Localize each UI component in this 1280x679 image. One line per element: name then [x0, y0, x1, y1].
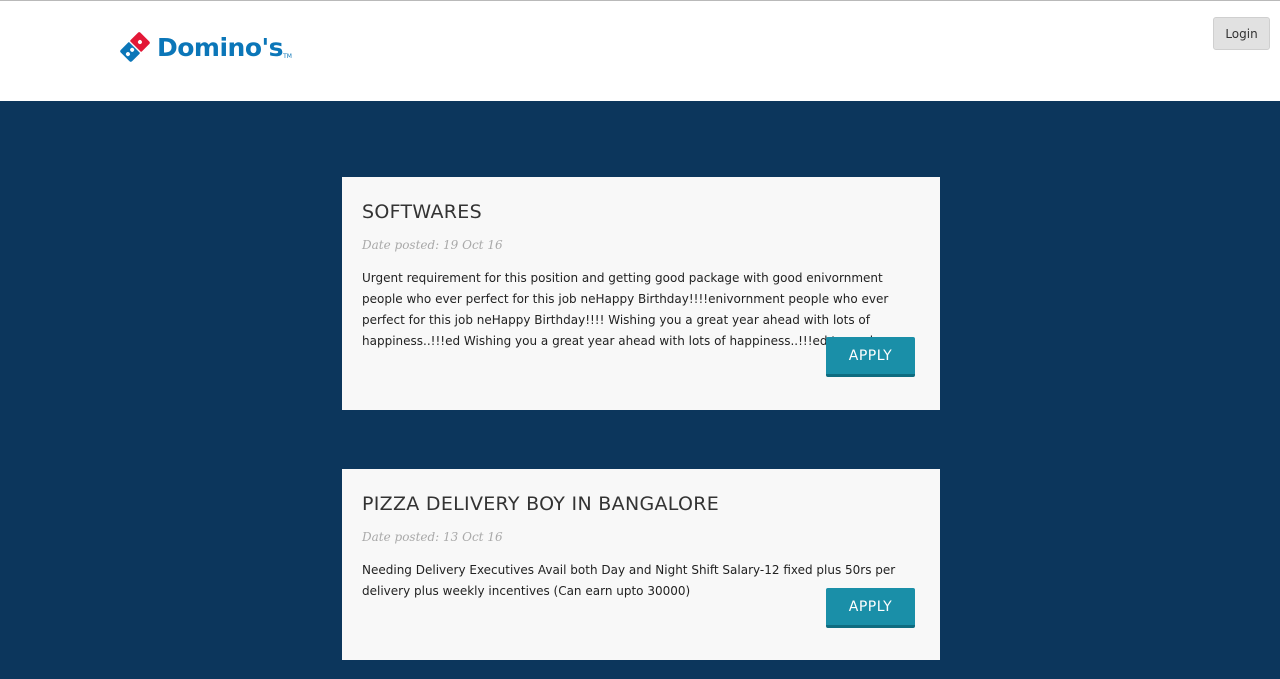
dominos-logo[interactable]: Domino's TM [117, 27, 292, 67]
login-button[interactable]: Login [1213, 17, 1270, 50]
site-header: Domino's TM Login [0, 0, 1280, 101]
job-card: PIZZA DELIVERY BOY IN BANGALORE Date pos… [342, 469, 940, 660]
logo-trademark: TM [283, 52, 292, 60]
job-title: SOFTWARES [362, 201, 482, 223]
dominos-domino-icon [120, 32, 150, 62]
job-date-posted: Date posted: 19 Oct 16 [362, 238, 503, 252]
apply-button[interactable]: APPLY [826, 337, 915, 377]
logo-text: Domino's [157, 32, 284, 62]
job-card: SOFTWARES Date posted: 19 Oct 16 Urgent … [342, 177, 940, 410]
apply-button[interactable]: APPLY [826, 588, 915, 628]
job-date-posted: Date posted: 13 Oct 16 [362, 530, 503, 544]
job-title: PIZZA DELIVERY BOY IN BANGALORE [362, 493, 720, 515]
